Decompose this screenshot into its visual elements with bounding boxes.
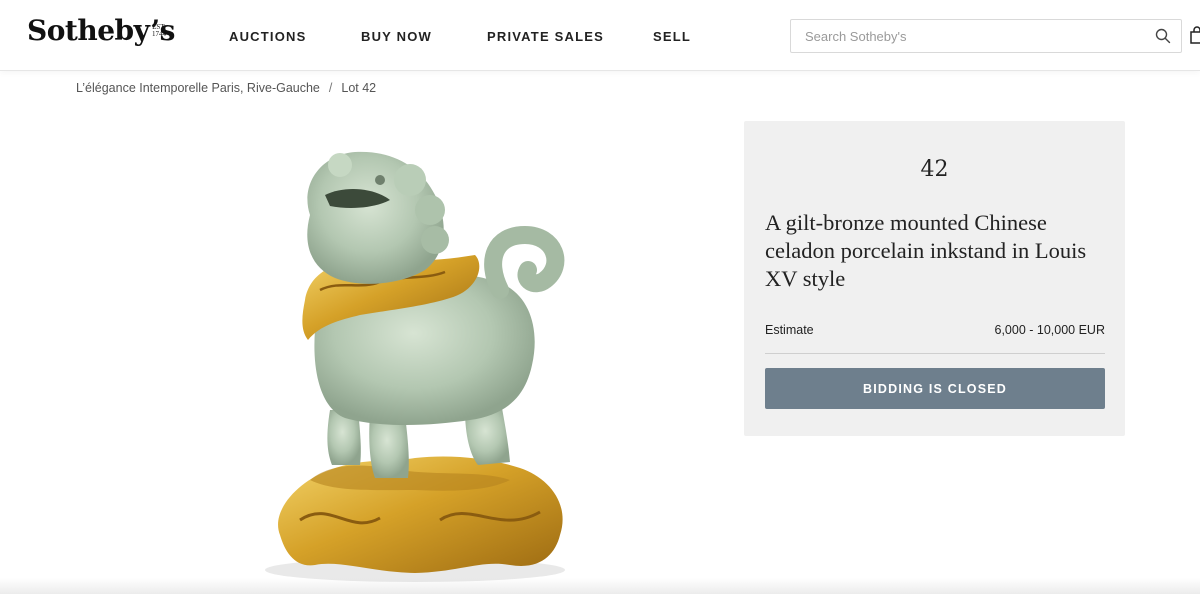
nav-sell[interactable]: SELL	[653, 29, 691, 44]
lot-title: A gilt-bronze mounted Chinese celadon po…	[765, 210, 1087, 291]
site-header: Sotheby’s EST. 1744 AUCTIONS BUY NOW PRI…	[0, 0, 1200, 71]
bag-icon[interactable]	[1190, 26, 1200, 44]
search-box[interactable]	[790, 19, 1182, 53]
nav-buy-now[interactable]: BUY NOW	[361, 29, 432, 44]
estimate-value: 6,000 - 10,000 EUR	[994, 323, 1106, 337]
lot-number: 42	[920, 157, 949, 182]
search-icon[interactable]	[1155, 28, 1171, 44]
breadcrumb-separator: /	[328, 81, 333, 95]
breadcrumb: L’élégance Intemporelle Paris, Rive-Gauc…	[76, 81, 376, 95]
lot-details-card: 42 A gilt-bronze mounted Chinese celadon…	[744, 121, 1125, 436]
breadcrumb-lot: Lot 42	[341, 81, 377, 95]
estimate-label: Estimate	[765, 323, 814, 337]
nav-auctions[interactable]: AUCTIONS	[229, 29, 307, 44]
logo-est-mark: EST. 1744	[152, 23, 166, 38]
lot-image[interactable]	[240, 140, 610, 594]
breadcrumb-auction-link[interactable]: L’élégance Intemporelle Paris, Rive-Gauc…	[76, 81, 320, 95]
search-input[interactable]	[805, 27, 1135, 45]
bottom-shadow	[0, 578, 1200, 594]
estimate-row: Estimate 6,000 - 10,000 EUR	[765, 321, 1105, 354]
bidding-closed-button[interactable]: BIDDING IS CLOSED	[765, 368, 1105, 409]
nav-private-sales[interactable]: PRIVATE SALES	[487, 29, 604, 44]
